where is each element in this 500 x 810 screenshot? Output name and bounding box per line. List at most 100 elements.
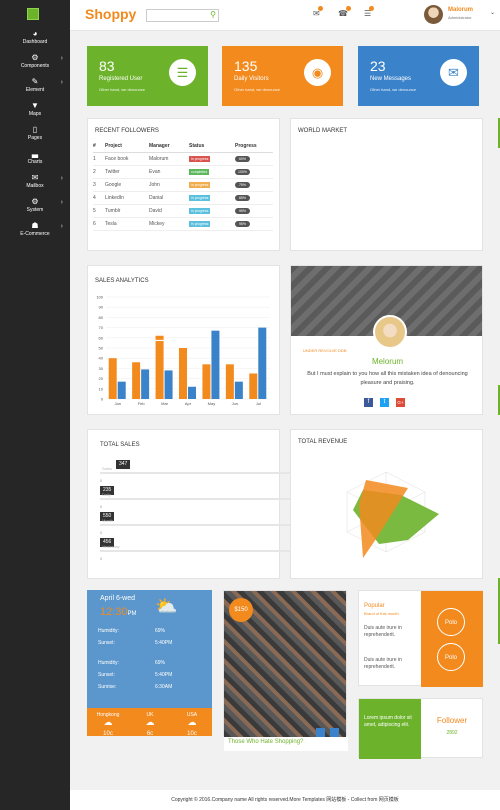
weather-city[interactable]: Hongkong ☁ 10c [91, 712, 125, 736]
stat-card[interactable]: 83 Registered User Other hand, we denounce… [87, 46, 208, 106]
dashboard-icon: ◕ [32, 29, 38, 38]
slider-min: 0 [100, 530, 103, 535]
sidebar-item-system[interactable]: ⚙ System › [0, 196, 70, 220]
sidebar-item-label: Dashboard [22, 39, 48, 45]
progress-badge: 95% [235, 220, 250, 227]
stat-sub: Other hand, we denounce [99, 87, 146, 92]
cogs-icon: ⚙ [31, 53, 39, 62]
status-badge: in progress [189, 181, 211, 188]
footer: Copyright © 2016.Company name All rights… [70, 790, 500, 810]
polo-badge-1[interactable]: Polo [437, 608, 465, 636]
stat-card[interactable]: 23 New Messages Other hand, we denounce ✉ [358, 46, 479, 106]
y-tick-label: 100 [96, 295, 103, 300]
row-manager: Evan [149, 165, 189, 179]
popular-badge-bg [421, 591, 483, 687]
search-input[interactable] [147, 16, 207, 28]
recent-followers-panel: RECENT FOLLOWERS # Project Manager Status Pr… [87, 118, 280, 251]
weather-date: April 6-wed [100, 595, 136, 602]
weather-city[interactable]: UK ☁ 6c [133, 712, 167, 736]
notifications-icon[interactable]: ☎ [338, 6, 351, 18]
sidebar-item-dashboard[interactable]: ◕ Dashboard [0, 28, 70, 52]
x-tick-label: Feb [138, 401, 146, 406]
column-header: Manager [149, 141, 189, 153]
weather-stat-value: 69% [155, 628, 166, 634]
profile-name[interactable]: Melorum [291, 357, 482, 366]
table-row[interactable]: 3 Google John in progress 75% [93, 178, 273, 192]
sidebar-item-label: Maps [28, 111, 42, 117]
panel-title: WORLD MARKET [298, 128, 348, 134]
weather-stat-value: 5:40PM [155, 672, 173, 678]
stat-value: 135 [234, 58, 258, 74]
popular-card: Popular Brand of this month Duis aute ir… [358, 590, 483, 687]
table-row[interactable]: 6 Tesla Mickey in progress 95% [93, 217, 273, 231]
table-row[interactable]: 4 LinkedIn Danial in progress 65% [93, 191, 273, 205]
search-icon[interactable]: ⚲ [210, 10, 216, 19]
x-tick-label: Jul [256, 401, 261, 406]
row-number: 3 [93, 178, 105, 192]
envelope-icon: ✉ [31, 173, 39, 182]
user-role: Administrator [448, 15, 472, 20]
bar [202, 364, 211, 399]
twitter-icon[interactable]: t [380, 398, 389, 407]
weather-city[interactable]: USA ☁ 10c [175, 712, 209, 736]
shopping-caption[interactable]: Those Who Hate Shopping? [224, 737, 348, 751]
sidebar-item-components[interactable]: ⚙ Components › [0, 52, 70, 76]
slider-name: Yesterday [102, 544, 120, 549]
x-tick-label: Apr [185, 401, 192, 406]
weather-stat-label: Sunset: [98, 640, 115, 646]
stat-label: Daily Visitors [234, 76, 269, 82]
row-manager: John [149, 178, 189, 192]
bar [132, 362, 141, 399]
y-tick-label: 40 [99, 356, 104, 361]
sidebar-item-e-commerce[interactable]: ☗ E-Commerce › [0, 220, 70, 244]
panel-title: RECENT FOLLOWERS [95, 128, 159, 134]
city-temp: 6c [146, 731, 154, 736]
weather-stat-label: Sunrise: [98, 684, 117, 690]
messages-icon[interactable]: ✉ [313, 6, 323, 18]
bar [164, 370, 173, 399]
follower-title: Follower [436, 716, 468, 725]
progress-badge: 75% [235, 181, 250, 188]
polo-badge-2[interactable]: Polo [437, 643, 465, 671]
popular-title: Popular [364, 603, 385, 609]
table-row[interactable]: 1 Face book Malorum in progress 60% [93, 152, 273, 166]
table-row[interactable]: 5 Tumblr David in progress 95% [93, 204, 273, 218]
sales-analytics-chart: 0 10 20 30 40 50 60 70 80 90 100 Jan Feb Mar Apr May Jun… [96, 295, 270, 406]
logo-icon[interactable] [27, 8, 39, 20]
user-name[interactable]: Malorum [448, 7, 473, 13]
stat-value: 23 [370, 58, 386, 74]
cart-icon[interactable] [316, 728, 325, 737]
panel-title: TOTAL SALES [100, 442, 140, 448]
y-tick-label: 30 [99, 366, 104, 371]
table-row[interactable]: 2 Twitter Evan completed 100% [93, 165, 273, 179]
row-number: 1 [93, 152, 105, 166]
dollar-icon[interactable] [330, 728, 339, 737]
chevron-down-icon[interactable]: ⌄ [490, 9, 495, 16]
bar [117, 381, 126, 399]
popular-text-2: Duis aute irure in reprehenderit. [364, 657, 402, 670]
weather-stat-label: Humidity: [98, 628, 119, 634]
sidebar-item-element[interactable]: ✎ Element › [0, 76, 70, 100]
gear-icon: ⚙ [31, 197, 39, 206]
search-box[interactable]: ⚲ [146, 9, 219, 28]
bar [234, 381, 243, 399]
google-plus-icon[interactable]: G+ [396, 398, 405, 407]
tasks-icon[interactable]: ☰ [364, 6, 375, 18]
brand-logo[interactable]: Shoppy [85, 6, 136, 22]
slider-value[interactable]: 347 [116, 460, 131, 469]
sidebar-item-maps[interactable]: ▼ Maps [0, 100, 70, 124]
cloud-sun-icon: ⛅ [155, 596, 178, 616]
avatar[interactable] [424, 5, 443, 24]
bar [108, 358, 117, 399]
file-text-icon: ☰ [169, 59, 196, 86]
sidebar-item-charts[interactable]: ▃ Charts [0, 148, 70, 172]
profile-avatar[interactable] [373, 315, 407, 349]
stat-card[interactable]: 135 Daily Visitors Other hand, we denounce… [222, 46, 343, 106]
row-project: Face book [105, 152, 149, 166]
facebook-icon[interactable]: f [364, 398, 373, 407]
sidebar-item-label: Element [25, 87, 45, 93]
sidebar-item-pages[interactable]: ▯ Pages [0, 124, 70, 148]
stat-label: New Messages [370, 76, 412, 82]
bar [141, 369, 150, 399]
sidebar-item-mailbox[interactable]: ✉ Mailbox › [0, 172, 70, 196]
